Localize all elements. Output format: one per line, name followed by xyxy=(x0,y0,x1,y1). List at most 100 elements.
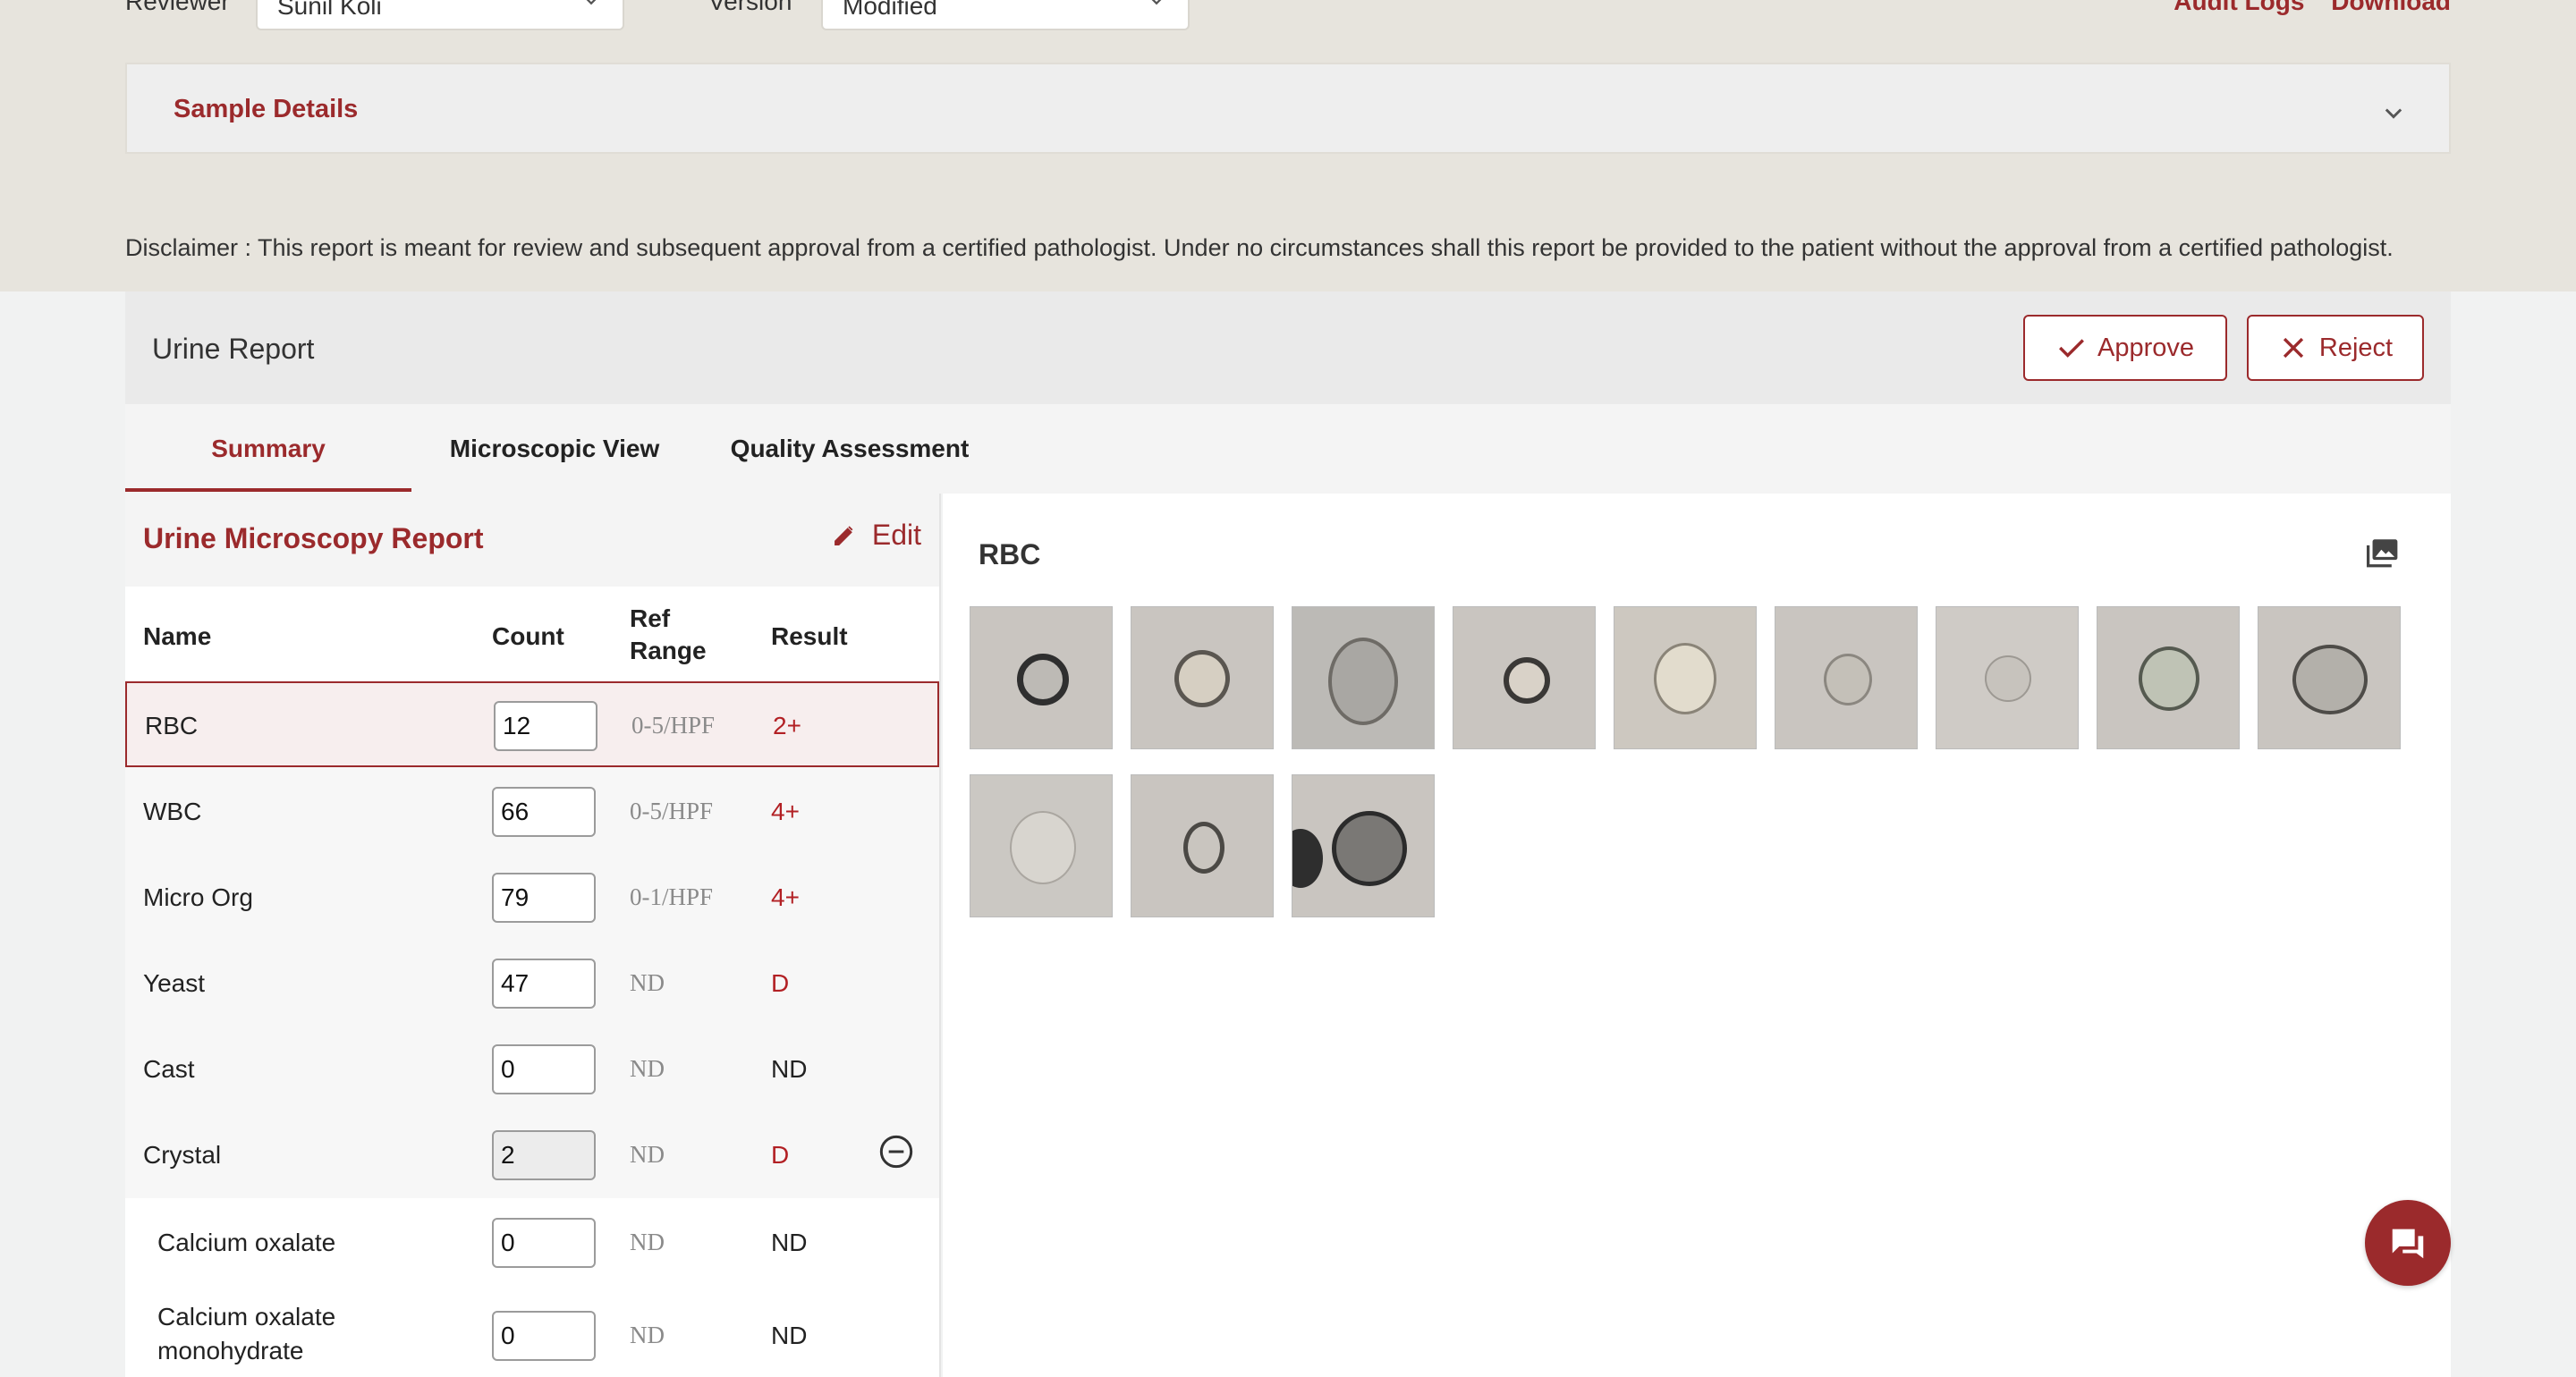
disclaimer-text: Disclaimer : This report is meant for re… xyxy=(125,234,2394,261)
approve-button[interactable]: Approve xyxy=(2023,315,2227,381)
report-title: Urine Report xyxy=(152,333,315,365)
result-value: ND xyxy=(771,1322,808,1349)
cell-image[interactable] xyxy=(1131,606,1274,749)
tab-microscopic-view[interactable]: Microscopic View xyxy=(420,404,689,490)
result-value: D xyxy=(771,969,790,997)
sample-details-title: Sample Details xyxy=(174,95,359,123)
edit-label: Edit xyxy=(871,519,921,551)
minus-circle-icon[interactable] xyxy=(878,1134,914,1170)
pencil-icon xyxy=(834,525,853,545)
cell-image[interactable] xyxy=(970,774,1113,917)
report-header: Urine Report Approve Reject xyxy=(125,291,2451,404)
edit-button[interactable]: Edit xyxy=(831,519,921,552)
table-row[interactable]: Cast 0 ND ND xyxy=(125,1025,939,1111)
row-name: Calcium oxalate monohydrate xyxy=(157,1300,335,1368)
microscopy-report-title: Urine Microscopy Report xyxy=(143,522,484,554)
reject-label: Reject xyxy=(2318,333,2394,362)
chat-button[interactable] xyxy=(2365,1200,2451,1286)
row-name: Micro Org xyxy=(143,883,253,911)
count-input[interactable]: 2 xyxy=(492,1130,596,1180)
microscopy-report-header: Urine Microscopy Report Edit xyxy=(125,494,939,587)
result-value: 2+ xyxy=(773,712,801,739)
count-input[interactable]: 0 xyxy=(492,1218,596,1268)
result-value: ND xyxy=(771,1055,808,1083)
count-input[interactable]: 66 xyxy=(492,787,596,837)
table-row[interactable]: Crystal 2 ND D xyxy=(125,1111,939,1198)
cell-image[interactable] xyxy=(2097,606,2240,749)
cell-viewer-panel: RBC xyxy=(943,494,2451,1377)
row-name: RBC xyxy=(145,712,199,739)
row-name: Cast xyxy=(143,1055,195,1083)
cell-image[interactable] xyxy=(1292,774,1435,917)
chat-icon xyxy=(2392,1229,2424,1259)
download-link[interactable]: Download xyxy=(2331,0,2451,15)
report-tabs: Summary Microscopic View Quality Assessm… xyxy=(125,404,2451,494)
count-input[interactable]: 12 xyxy=(494,701,597,751)
row-name: Yeast xyxy=(143,969,206,997)
column-ref-range-line1: Ref xyxy=(630,604,671,632)
count-input[interactable]: 79 xyxy=(492,873,596,923)
cell-image[interactable] xyxy=(970,606,1113,749)
reject-button[interactable]: Reject xyxy=(2247,315,2424,381)
version-label: Version xyxy=(708,0,792,15)
result-value: ND xyxy=(771,1229,808,1256)
sample-details-accordion[interactable]: Sample Details xyxy=(125,63,2451,154)
reviewer-label: Reviewer xyxy=(125,0,230,15)
tab-quality-assessment[interactable]: Quality Assessment xyxy=(707,404,993,490)
reviewer-value: Sunil Koli xyxy=(277,0,382,20)
ref-range: ND xyxy=(630,1229,665,1255)
table-row[interactable]: WBC 66 0-5/HPF 4+ xyxy=(125,767,939,853)
row-name-line2: monohydrate xyxy=(157,1337,304,1364)
top-band: Reviewer Sunil Koli Version Modified Aud… xyxy=(0,0,2576,291)
reviewer-select[interactable]: Sunil Koli xyxy=(256,0,624,30)
row-name: WBC xyxy=(143,798,202,825)
chevron-down-icon xyxy=(586,0,597,5)
count-input[interactable]: 0 xyxy=(492,1044,596,1094)
microscopy-report-panel: Urine Microscopy Report Edit Name Count … xyxy=(125,494,941,1377)
chevron-down-icon[interactable] xyxy=(2381,100,2406,125)
ref-range: 0-1/HPF xyxy=(630,883,714,910)
close-icon xyxy=(2283,337,2304,359)
cell-image[interactable] xyxy=(1453,606,1596,749)
tab-summary[interactable]: Summary xyxy=(125,404,411,492)
version-select[interactable]: Modified xyxy=(821,0,1190,30)
check-icon xyxy=(2059,339,2084,358)
ref-range: ND xyxy=(630,1322,665,1348)
result-value: 4+ xyxy=(771,798,800,825)
row-name: Calcium oxalate xyxy=(157,1229,336,1256)
ref-range: ND xyxy=(630,1141,665,1168)
cell-image[interactable] xyxy=(2258,606,2401,749)
row-name: Crystal xyxy=(143,1141,222,1169)
column-count: Count xyxy=(492,622,564,650)
microscopy-table: Name Count Ref Range Result RBC 12 0-5/H… xyxy=(125,587,939,1377)
cell-viewer-title: RBC xyxy=(979,538,1041,570)
version-value: Modified xyxy=(843,0,937,20)
cell-image[interactable] xyxy=(1614,606,1757,749)
approve-label: Approve xyxy=(2097,333,2194,362)
table-header: Name Count Ref Range Result xyxy=(125,587,939,681)
cell-image[interactable] xyxy=(1936,606,2079,749)
chevron-down-icon xyxy=(1151,0,1162,5)
table-row[interactable]: Calcium oxalate 0 ND ND xyxy=(125,1198,939,1284)
table-row[interactable]: Calcium oxalate monohydrate 0 ND ND xyxy=(125,1284,939,1377)
table-row[interactable]: Micro Org 79 0-1/HPF 4+ xyxy=(125,853,939,939)
count-input[interactable]: 0 xyxy=(492,1311,596,1361)
ref-range: 0-5/HPF xyxy=(630,798,714,824)
cell-image[interactable] xyxy=(1775,606,1918,749)
ref-range: ND xyxy=(630,969,665,996)
gallery-icon[interactable] xyxy=(2365,536,2401,569)
audit-logs-link[interactable]: Audit Logs xyxy=(2174,0,2304,15)
ref-range: ND xyxy=(630,1055,665,1082)
table-row[interactable]: Yeast 47 ND D xyxy=(125,939,939,1025)
cell-image[interactable] xyxy=(1131,774,1274,917)
top-links: Audit Logs Download xyxy=(2154,0,2451,16)
table-row[interactable]: RBC 12 0-5/HPF 2+ xyxy=(125,681,939,767)
ref-range: 0-5/HPF xyxy=(631,712,716,739)
column-name: Name xyxy=(143,622,212,650)
result-value: D xyxy=(771,1141,790,1169)
count-input[interactable]: 47 xyxy=(492,959,596,1009)
result-value: 4+ xyxy=(771,883,800,911)
column-result: Result xyxy=(771,622,848,650)
cell-image[interactable] xyxy=(1292,606,1435,749)
column-ref-range-line2: Range xyxy=(630,637,707,664)
